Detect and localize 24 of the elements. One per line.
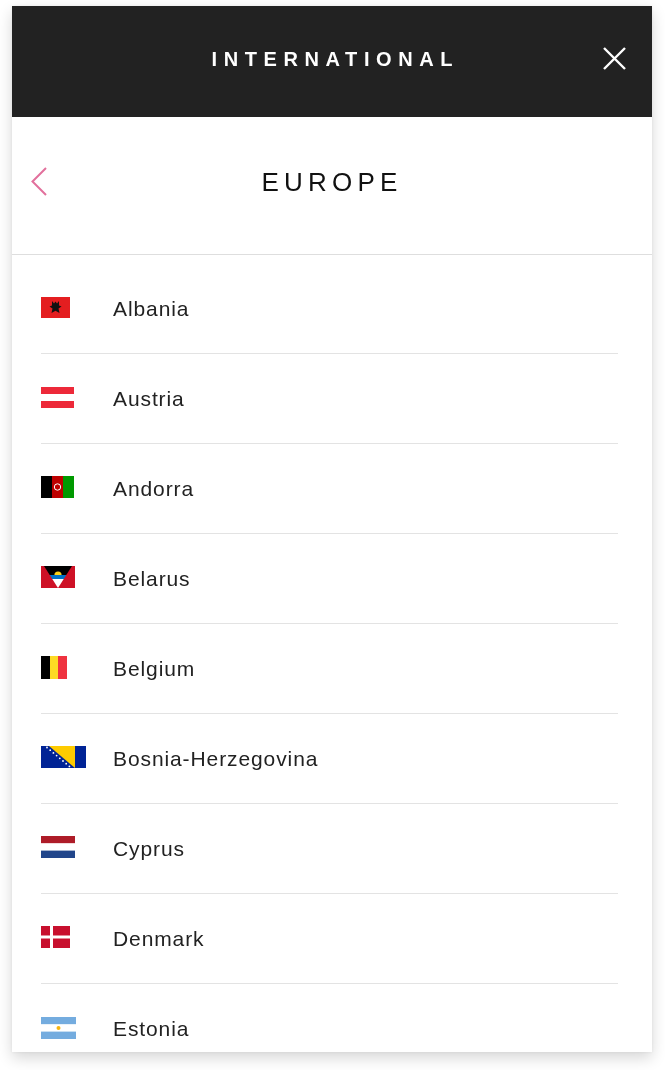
flag-icon (41, 566, 75, 588)
country-item[interactable]: Andorra (41, 444, 618, 534)
country-item[interactable]: Bosnia-Herzegovina (41, 714, 618, 804)
country-item[interactable]: Denmark (41, 894, 618, 984)
close-icon (603, 47, 626, 70)
country-item[interactable]: Albania (41, 264, 618, 354)
country-item[interactable]: Estonia (41, 984, 618, 1052)
country-item[interactable]: Belarus (41, 534, 618, 624)
flag-icon (41, 476, 74, 498)
header-title: INTERNATIONAL (210, 46, 460, 71)
country-item[interactable]: Cyprus (41, 804, 618, 894)
back-button[interactable] (31, 167, 47, 196)
close-button[interactable] (603, 47, 626, 70)
country-item[interactable]: Belgium (41, 624, 618, 714)
flag-icon (41, 1016, 76, 1039)
flag-icon (41, 386, 74, 408)
flag-icon (41, 296, 70, 318)
flag-icon (41, 655, 67, 679)
flag-icon (41, 746, 86, 768)
chevron-left-icon (31, 167, 47, 196)
flag-icon (41, 926, 70, 948)
flag-icon (41, 836, 75, 858)
region-title: EUROPE (261, 167, 403, 196)
country-item[interactable]: Austria (41, 354, 618, 444)
